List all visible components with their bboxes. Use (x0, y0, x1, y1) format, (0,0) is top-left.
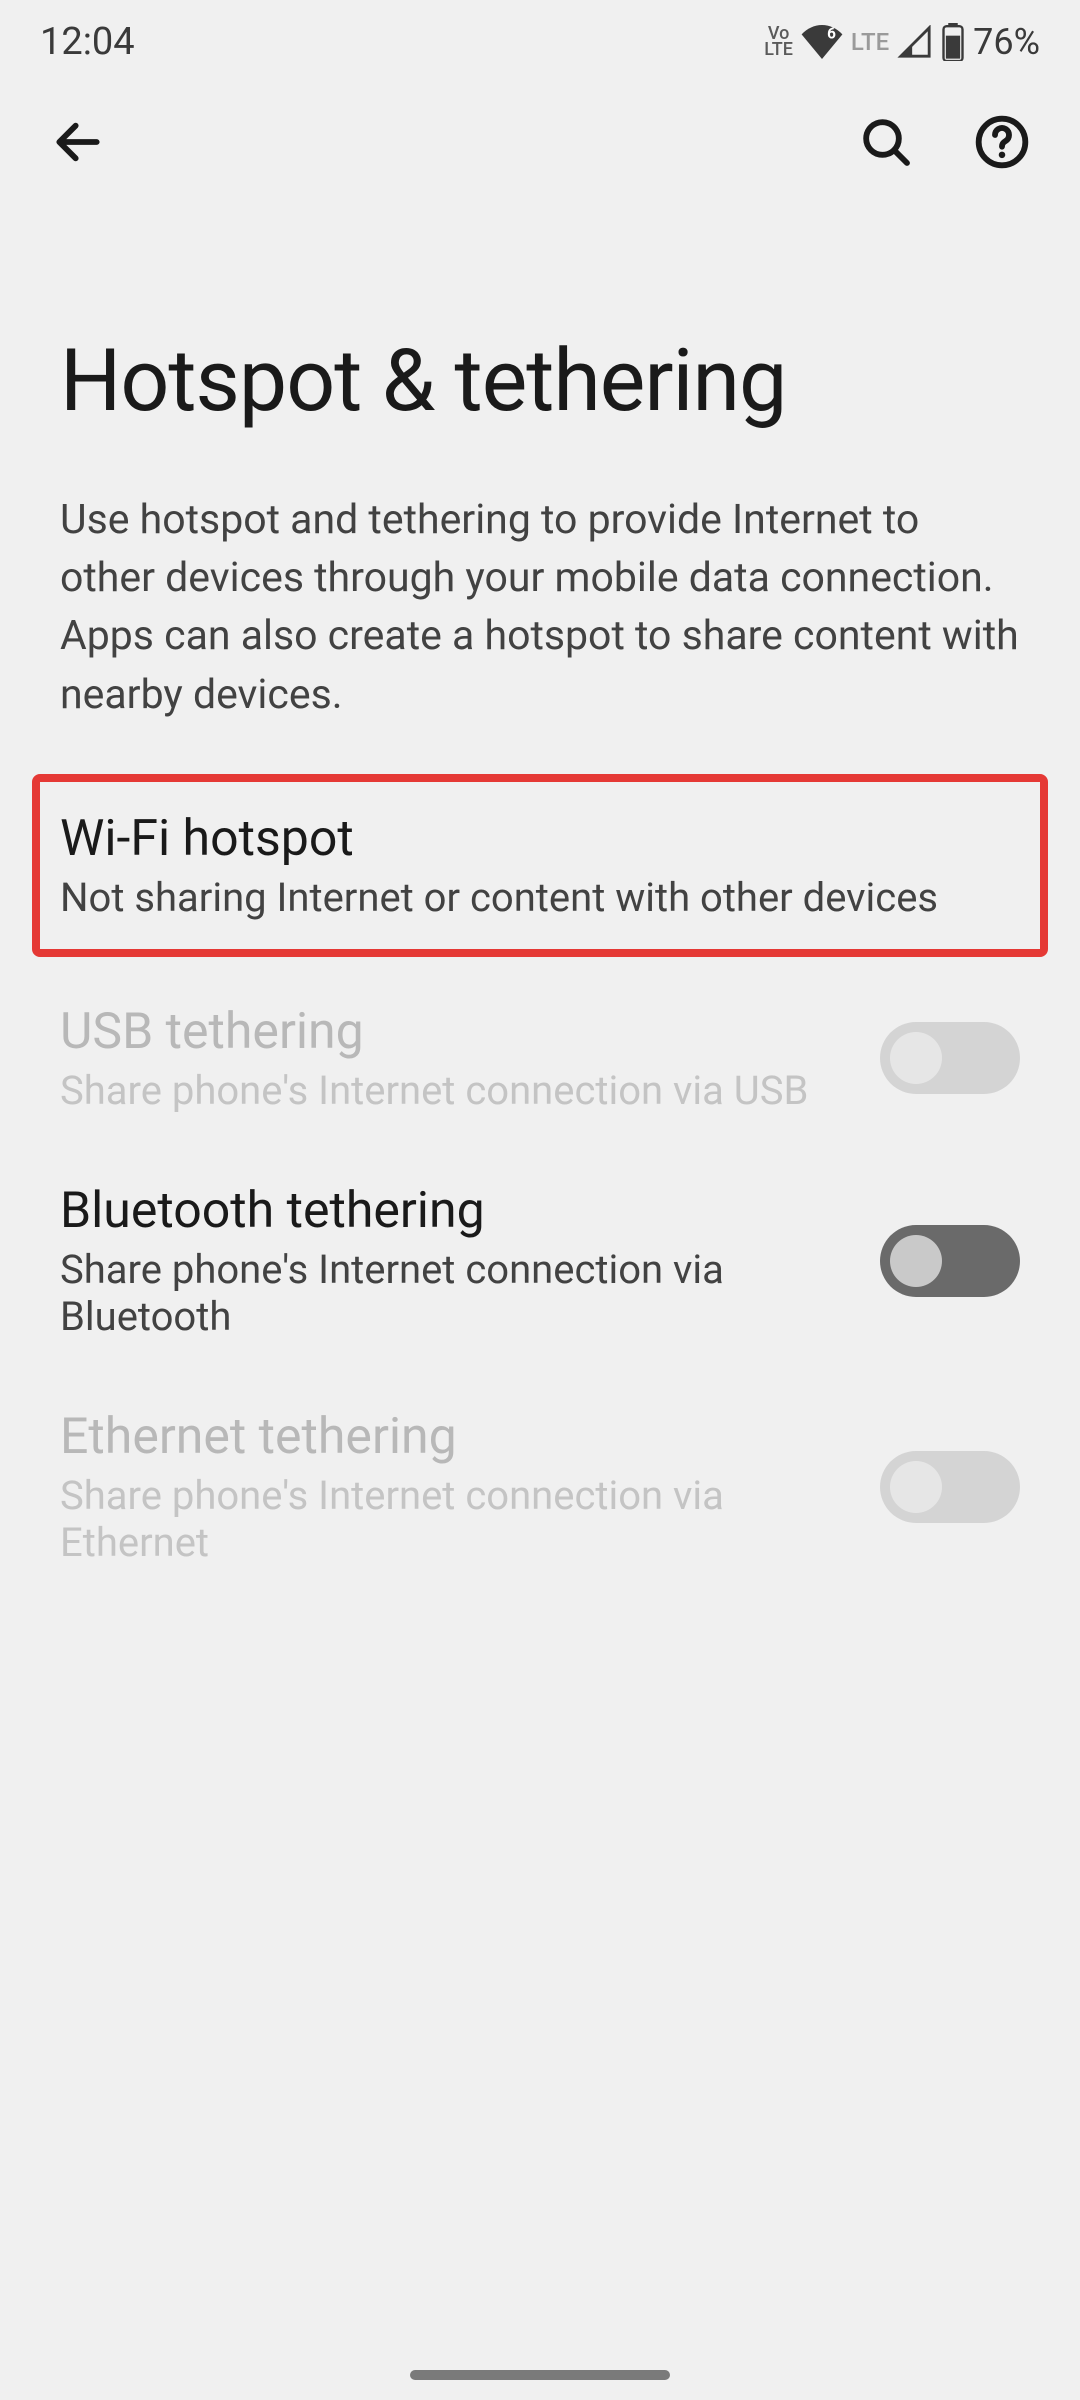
setting-subtitle: Not sharing Internet or content with oth… (60, 874, 1020, 921)
help-button[interactable] (974, 114, 1030, 170)
toggle-knob (890, 1461, 942, 1513)
app-bar (0, 74, 1080, 210)
setting-subtitle: Share phone's Internet connection via US… (60, 1067, 880, 1114)
usb-tethering-toggle (880, 1022, 1020, 1094)
setting-title: Ethernet tethering (60, 1408, 880, 1466)
setting-wifi-hotspot[interactable]: Wi-Fi hotspot Not sharing Internet or co… (32, 774, 1048, 957)
signal-icon (897, 25, 933, 59)
svg-text:6: 6 (827, 25, 836, 43)
status-right: Vo LTE 6 LTE 76% (764, 21, 1040, 63)
setting-text: Bluetooth tethering Share phone's Intern… (60, 1182, 880, 1340)
setting-subtitle: Share phone's Internet connection via Et… (60, 1472, 880, 1566)
setting-title: Wi-Fi hotspot (60, 810, 1020, 868)
page-title: Hotspot & tethering (0, 210, 1080, 491)
volte-icon: Vo LTE (764, 26, 793, 58)
setting-usb-tethering: USB tethering Share phone's Internet con… (32, 969, 1048, 1148)
wifi-icon: 6 (801, 25, 843, 59)
battery-percentage: 76% (973, 21, 1040, 63)
toggle-knob (890, 1032, 942, 1084)
setting-title: USB tethering (60, 1003, 880, 1061)
battery-icon (941, 23, 965, 61)
page-description: Use hotspot and tethering to provide Int… (0, 491, 1080, 774)
navigation-handle[interactable] (410, 2370, 670, 2380)
ethernet-tethering-toggle (880, 1451, 1020, 1523)
setting-ethernet-tethering: Ethernet tethering Share phone's Interne… (32, 1374, 1048, 1600)
toggle-knob (890, 1235, 942, 1287)
bluetooth-tethering-toggle[interactable] (880, 1225, 1020, 1297)
settings-list: Wi-Fi hotspot Not sharing Internet or co… (0, 774, 1080, 1600)
back-button[interactable] (50, 114, 106, 170)
status-bar: 12:04 Vo LTE 6 LTE 76% (0, 0, 1080, 74)
search-button[interactable] (858, 114, 914, 170)
status-icons: Vo LTE 6 LTE (764, 23, 965, 61)
lte-icon: LTE (851, 28, 889, 56)
setting-text: USB tethering Share phone's Internet con… (60, 1003, 880, 1114)
setting-subtitle: Share phone's Internet connection via Bl… (60, 1246, 880, 1340)
setting-text: Wi-Fi hotspot Not sharing Internet or co… (60, 810, 1020, 921)
setting-bluetooth-tethering[interactable]: Bluetooth tethering Share phone's Intern… (32, 1148, 1048, 1374)
status-time: 12:04 (40, 20, 135, 64)
setting-text: Ethernet tethering Share phone's Interne… (60, 1408, 880, 1566)
setting-title: Bluetooth tethering (60, 1182, 880, 1240)
